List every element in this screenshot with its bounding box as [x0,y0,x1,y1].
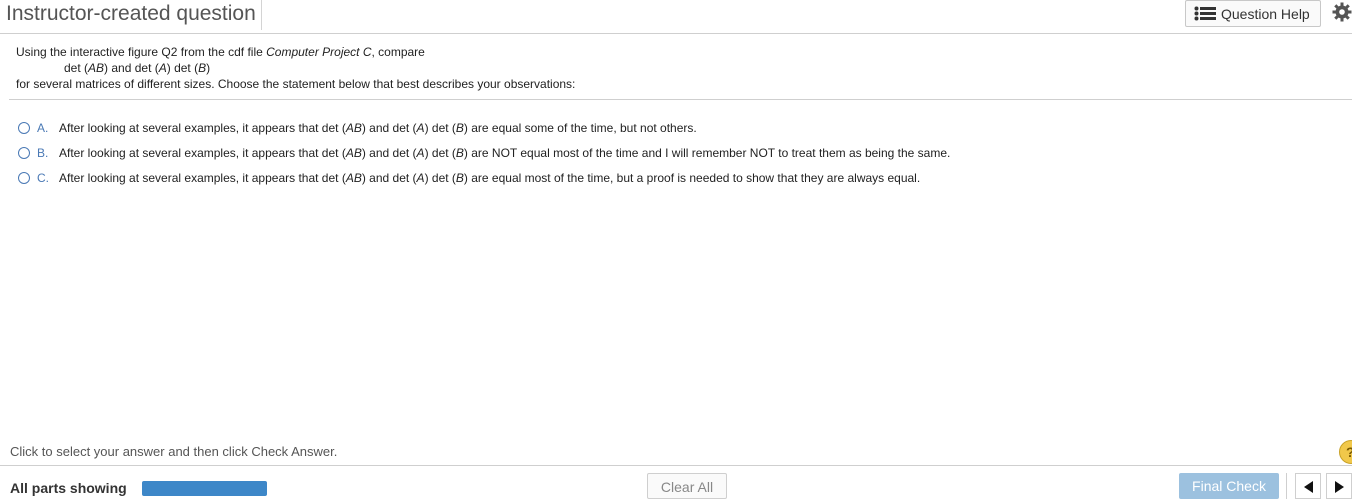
stem-file-name: Computer Project C [266,45,372,59]
stem-text: det ( [64,61,89,75]
stem-math: B [198,61,207,75]
list-icon [1194,6,1216,21]
option-letter: C. [37,170,49,185]
clear-all-button[interactable]: Clear All [647,473,727,499]
divider [9,99,1352,100]
stem-text: ) det ( [166,61,199,75]
footer: All parts showing Clear All Final Check [0,465,1352,499]
all-parts-label: All parts showing [10,480,127,496]
stem-math: AB [88,61,105,75]
stem-line-3: for several matrices of different sizes.… [16,77,576,91]
radio-button[interactable] [18,121,30,134]
progress-bar [142,481,267,496]
stem-text: ) and det ( [104,61,159,75]
stem-text: Using the interactive figure Q2 from the… [16,45,267,59]
option-b[interactable]: B. After looking at several examples, it… [18,140,950,165]
progress-fill [142,481,267,496]
option-letter: B. [37,145,49,160]
option-letter: A. [37,120,49,135]
radio-button[interactable] [18,171,30,184]
question-help-label: Question Help [1221,5,1310,22]
gear-icon[interactable] [1332,2,1352,22]
stem-math: A [158,61,167,75]
triangle-right-icon [1335,481,1344,493]
divider [1286,473,1287,499]
previous-button[interactable] [1295,473,1321,499]
option-text: After looking at several examples, it ap… [59,170,921,185]
question-help-button[interactable]: Question Help [1185,0,1321,27]
answer-options: A. After looking at several examples, it… [18,115,950,190]
page-title: Instructor-created question [6,0,262,30]
stem-line-2: det (AB) and det (A) det (B) [16,60,1336,76]
question-stem: Using the interactive figure Q2 from the… [16,44,1336,92]
instruction-text: Click to select your answer and then cli… [10,444,338,459]
option-text: After looking at several examples, it ap… [59,120,697,135]
radio-button[interactable] [18,146,30,159]
stem-line-1: Using the interactive figure Q2 from the… [16,44,1336,60]
triangle-left-icon [1304,481,1313,493]
hint-icon[interactable]: ? [1339,440,1352,464]
option-c[interactable]: C. After looking at several examples, it… [18,165,950,190]
stem-text: ) [206,61,211,75]
final-check-button[interactable]: Final Check [1179,473,1279,499]
next-button[interactable] [1326,473,1352,499]
option-a[interactable]: A. After looking at several examples, it… [18,115,950,140]
header: Instructor-created question Question Hel… [0,0,1352,34]
stem-text: , compare [371,45,425,59]
option-text: After looking at several examples, it ap… [59,145,951,160]
